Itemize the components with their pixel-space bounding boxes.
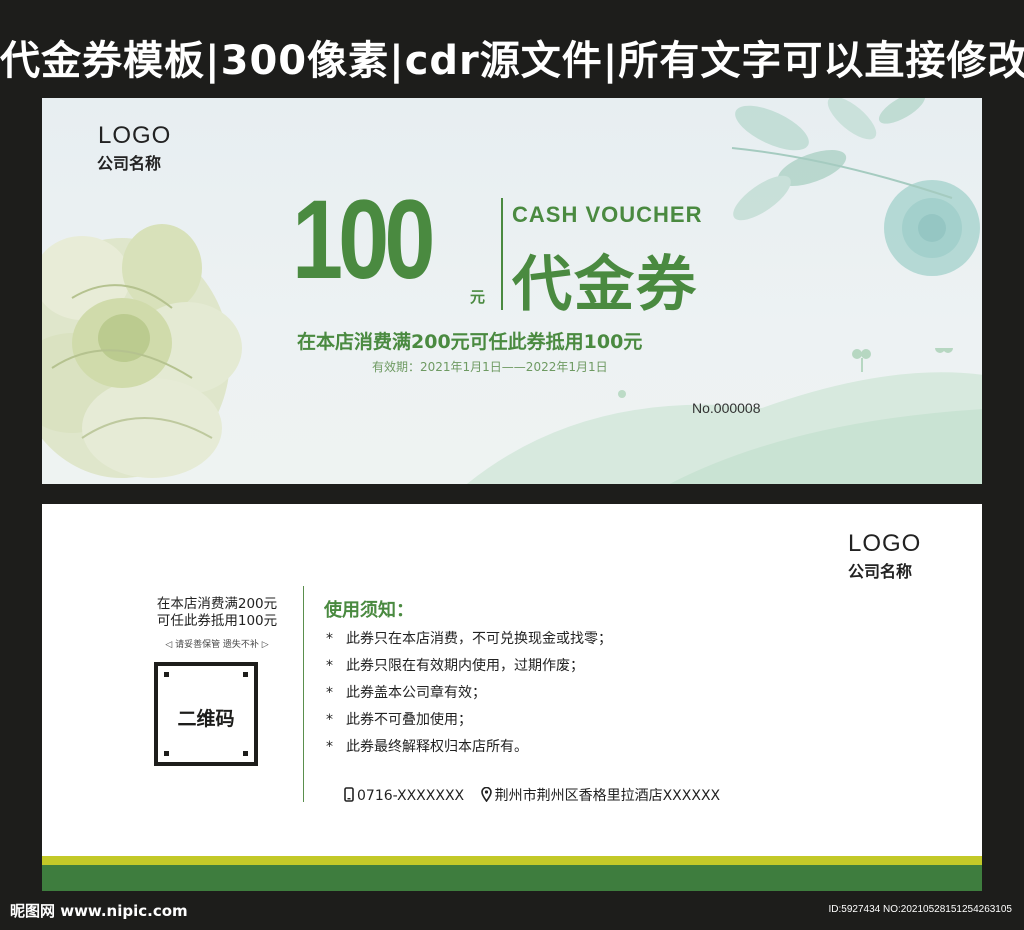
usage-item: * 此券盖本公司章有效； [326,680,612,707]
usage-title: 使用须知： [324,600,414,621]
bullet-star: * [326,739,333,755]
back-condition: 在本店消费满200元 可任此券抵用100元 [142,596,292,630]
back-divider [303,586,304,802]
usage-item: * 此券不可叠加使用； [326,707,612,734]
address: 荆州市荆州区香格里拉酒店XXXXXX [494,788,721,804]
usage-item: * 此券最终解释权归本店所有。 [326,734,612,761]
image-id-text: ID:5927434 NO:20210528151254263105 [828,904,1013,915]
title-divider [501,198,503,310]
address-contact: 荆州市荆州区香格里拉酒店XXXXXX [480,785,721,805]
bullet-star: * [326,658,333,674]
usage-condition: 在本店消费满200元可任此券抵用100元 [297,331,643,353]
usage-item: * 此券只限在有效期内使用，过期作废； [326,653,612,680]
bullet-star: * [326,712,333,728]
back-condition-line2: 可任此券抵用100元 [156,613,278,629]
back-condition-line1: 在本店消费满200元 [156,596,278,612]
bottom-band-gold [42,856,982,865]
voucher-amount: 100 [292,177,435,302]
qr-corner-mark [164,751,169,756]
serial-number: No.000008 [692,400,761,416]
usage-item: * 此券只在本店消费，不可兑换现金或找零； [326,626,612,653]
location-pin-icon [480,787,492,802]
back-company-name: 公司名称 [848,562,913,581]
qr-corner-mark [243,672,248,677]
phone-contact: 0716-XXXXXXX [344,787,464,804]
bottom-band-green [42,865,982,891]
usage-item-text: 此券只限在有效期内使用，过期作废； [346,658,584,674]
cash-voucher-label: CASH VOUCHER [512,202,703,227]
usage-item-text: 此券盖本公司章有效； [346,685,486,701]
qr-code-placeholder: 二维码 [154,662,258,766]
keep-note: ◁ 请妥善保管 遗失不补 ▷ [165,640,269,650]
validity-period: 有效期：2021年1月1日——2022年1月1日 [372,360,608,374]
front-logo: LOGO [98,122,172,149]
voucher-title-cn: 代金券 [512,250,698,320]
qr-corner-mark [243,751,248,756]
usage-item-text: 此券只在本店消费，不可兑换现金或找零； [346,631,612,647]
leaves-illustration-right [731,98,980,276]
voucher-back: LOGO 公司名称 在本店消费满200元 可任此券抵用100元 ◁ 请妥善保管 … [42,504,982,891]
back-logo: LOGO [848,530,922,557]
usage-item-text: 此券不可叠加使用； [346,712,472,728]
amount-unit: 元 [470,288,486,306]
bullet-star: * [326,685,333,701]
bullet-star: * [326,631,333,647]
voucher-front: LOGO 公司名称 100 元 CASH VOUCHER 代金券 在本店消费满2… [42,98,982,484]
usage-list: * 此券只在本店消费，不可兑换现金或找零； * 此券只限在有效期内使用，过期作废； … [326,626,612,761]
usage-item-text: 此券最终解释权归本店所有。 [346,739,528,755]
site-watermark: 昵图网 www.nipic.com [10,902,188,920]
flower-illustration-left [42,224,242,478]
header-title: 代金券模板|300像素|cdr源文件|所有文字可以直接修改 [0,38,1024,84]
qr-label: 二维码 [177,708,235,730]
contact-info: 0716-XXXXXXX 荆州市荆州区香格里拉酒店XXXXXX [344,785,732,805]
phone-icon [344,787,354,802]
front-company-name: 公司名称 [97,154,162,173]
qr-corner-mark [164,672,169,677]
phone-number: 0716-XXXXXXX [357,788,465,804]
